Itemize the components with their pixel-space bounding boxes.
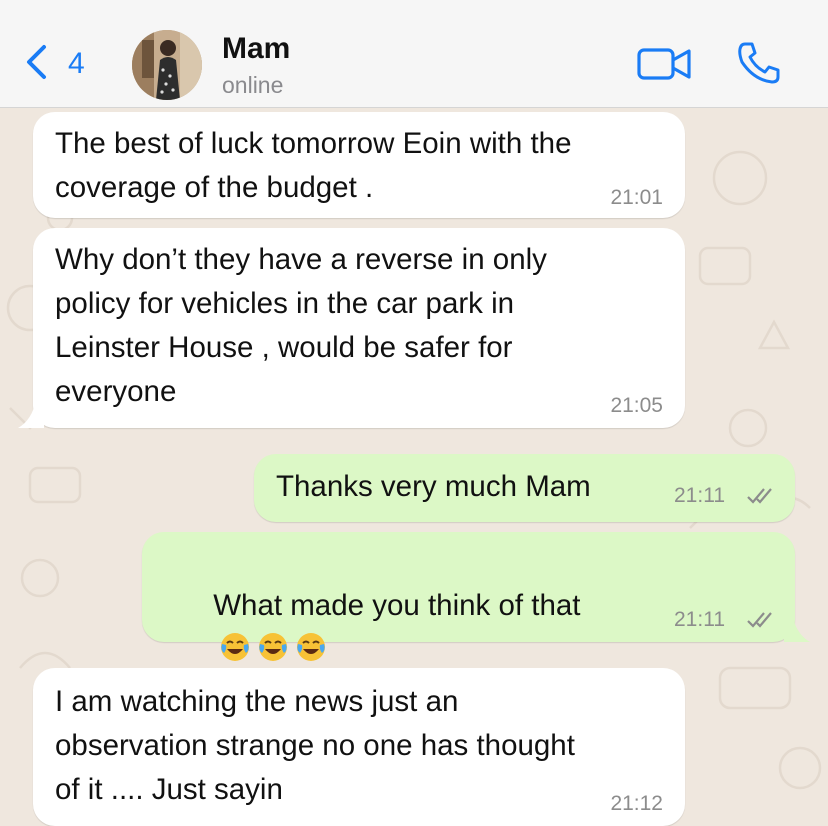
- message-bubble-incoming[interactable]: The best of luck tomorrow Eoin with the …: [33, 112, 685, 218]
- message-time: 21:11: [674, 484, 725, 507]
- message-text: Thanks very much Mam: [276, 470, 591, 503]
- message-time: 21:05: [610, 394, 663, 417]
- message-time: 21:11: [674, 608, 725, 631]
- message-text-content: What made you think of that: [213, 589, 581, 622]
- contact-name[interactable]: Mam: [222, 32, 290, 66]
- voice-call-button[interactable]: [736, 40, 782, 86]
- bubble-tail-outgoing: [784, 614, 810, 642]
- avatar-photo: [132, 30, 202, 100]
- message-bubble-outgoing[interactable]: Thanks very much Mam 21:11: [254, 454, 795, 522]
- message-text: I am watching the news just an observati…: [55, 685, 575, 806]
- double-check-icon: [747, 488, 772, 504]
- face-with-tears-of-joy-icon: [259, 633, 288, 661]
- message-text: The best of luck tomorrow Eoin with the …: [55, 127, 572, 204]
- message-time: 21:01: [610, 186, 663, 209]
- message-text: Why don’t they have a reverse in only po…: [55, 243, 547, 408]
- avatar[interactable]: [132, 30, 202, 100]
- chat-header: 4 Mam online: [0, 0, 828, 108]
- face-with-tears-of-joy-icon: [297, 633, 326, 661]
- double-check-icon: [747, 612, 772, 628]
- unread-count: 4: [68, 47, 85, 80]
- video-call-button[interactable]: [636, 44, 694, 84]
- face-with-tears-of-joy-icon: [221, 633, 250, 661]
- message-bubble-outgoing[interactable]: What made you think of that 21:11: [142, 532, 795, 705]
- contact-status: online: [222, 72, 284, 98]
- chat-area[interactable]: The best of luck tomorrow Eoin with the …: [0, 108, 828, 826]
- message-time: 21:12: [610, 792, 663, 815]
- bubble-tail-incoming: [18, 400, 44, 428]
- phone-icon: [738, 42, 780, 84]
- video-camera-icon: [637, 48, 691, 80]
- chevron-left-icon: [27, 45, 46, 79]
- back-button[interactable]: 4: [24, 40, 94, 90]
- message-bubble-incoming[interactable]: Why don’t they have a reverse in only po…: [33, 228, 685, 428]
- message-bubble-incoming[interactable]: I am watching the news just an observati…: [33, 668, 685, 826]
